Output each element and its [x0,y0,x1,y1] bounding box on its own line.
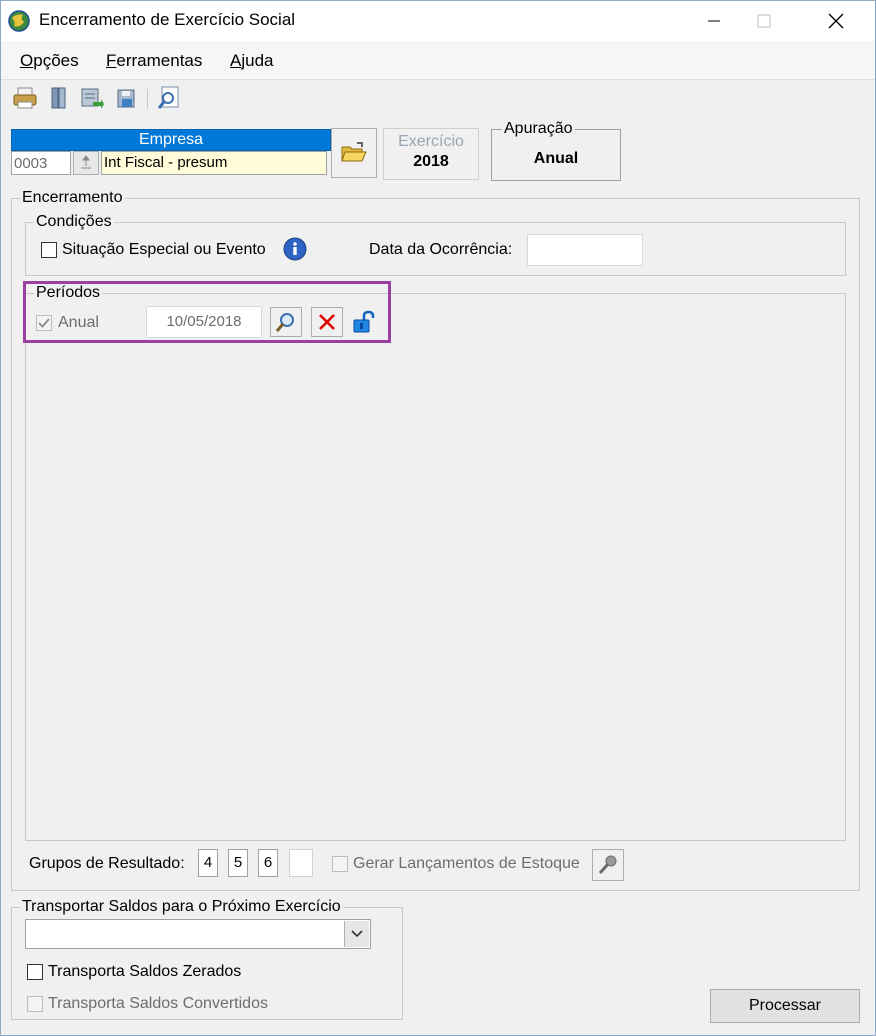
save-disk-icon[interactable] [114,85,140,111]
minimize-button[interactable] [691,1,737,41]
info-icon[interactable] [283,237,307,261]
empresa-name-field[interactable]: Int Fiscal - presum [101,151,327,175]
window-title: Encerramento de Exercício Social [39,10,296,29]
menu-ferramentas-mnemonic: F [106,51,117,70]
periodos-highlight-frame [23,281,391,343]
select-dropdown-button[interactable] [344,921,369,947]
exercicio-value: 2018 [413,153,449,170]
menu-opcoes-label: pções [33,51,79,70]
transporta-convertidos-label: Transporta Saldos Convertidos [48,995,268,1012]
toolbar [1,81,875,117]
exercicio-box: Exercício 2018 [383,128,479,180]
close-icon [828,13,844,29]
app-globe-icon [8,10,30,32]
menu-ajuda-mnemonic: A [230,51,242,70]
gerar-lancamentos-key-button[interactable] [592,849,624,881]
transportar-select[interactable] [25,919,371,949]
menu-ferramentas[interactable]: Ferramentas [106,51,202,71]
encerramento-label: Encerramento [20,189,125,207]
maximize-button[interactable] [741,1,787,41]
grupo-resultado-field-4[interactable] [289,849,313,877]
condicoes-label: Condições [34,213,114,231]
data-ocorrencia-input[interactable] [527,234,643,266]
empresa-header: Empresa [11,129,331,151]
export-icon[interactable] [79,85,105,111]
spin-arrow-icon [81,155,91,169]
apuracao-box: Apuração Anual [491,120,621,181]
grupo-resultado-field-2[interactable]: 5 [228,849,248,877]
transporta-convertidos-checkbox[interactable] [27,996,43,1012]
menu-opcoes[interactable]: Opções [20,51,79,71]
key-icon [598,855,617,874]
processar-button[interactable]: Processar [710,989,860,1023]
data-ocorrencia-label: Data da Ocorrência: [369,241,513,258]
toolbar-separator [147,89,148,109]
empresa-code-field[interactable]: 0003 [11,151,71,175]
grupos-resultado-label: Grupos de Resultado: [29,855,185,872]
chevron-down-icon [351,930,363,938]
empresa-code-spin-button[interactable] [73,151,99,175]
apuracao-value: Anual [533,150,579,167]
folder-open-icon [341,142,367,162]
gerar-lancamentos-checkbox[interactable] [332,856,348,872]
minimize-icon [708,20,720,22]
grupo-resultado-field-3[interactable]: 6 [258,849,278,877]
transporta-zerados-checkbox[interactable] [27,964,43,980]
apuracao-label: Apuração [502,120,575,138]
maximize-icon [757,14,771,28]
grupo-resultado-field-1[interactable]: 4 [198,849,218,877]
main-window: Encerramento de Exercício Social Opções … [0,0,876,1036]
situacao-especial-checkbox[interactable] [41,242,57,258]
printer-icon[interactable] [12,85,38,111]
open-folder-button[interactable] [331,128,377,178]
menu-opcoes-mnemonic: O [20,51,34,70]
menu-ferramentas-label: erramentas [116,51,203,70]
transportar-label: Transportar Saldos para o Próximo Exercí… [20,898,343,916]
exercicio-label: Exercício [398,133,464,150]
situacao-especial-label: Situação Especial ou Evento [62,241,266,258]
close-button[interactable] [813,1,859,41]
transporta-zerados-label: Transporta Saldos Zerados [48,963,242,980]
menu-ajuda[interactable]: Ajuda [230,51,273,71]
periodos-group: Períodos [25,284,846,841]
preview-icon[interactable] [156,85,182,111]
gerar-lancamentos-label: Gerar Lançamentos de Estoque [353,855,580,872]
book-icon[interactable] [46,85,72,111]
menu-ajuda-label: juda [241,51,274,70]
title-bar: Encerramento de Exercício Social [1,1,875,41]
menu-bar: Opções Ferramentas Ajuda [1,41,875,80]
